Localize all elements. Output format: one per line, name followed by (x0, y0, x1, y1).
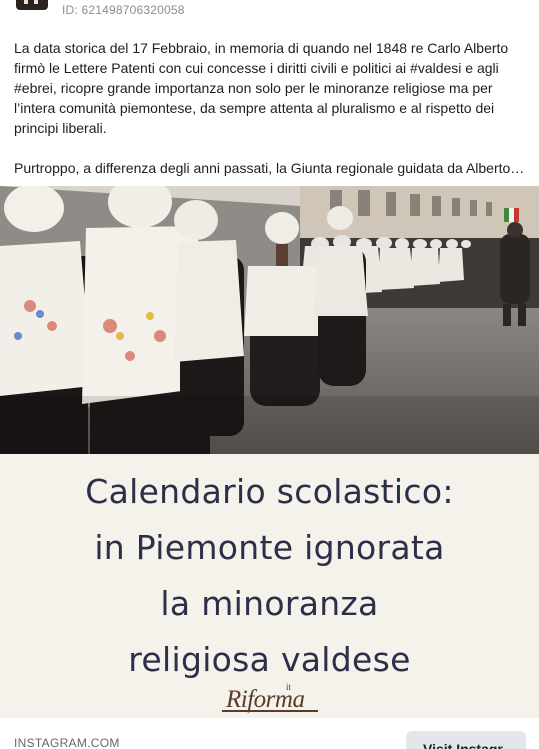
visit-instagram-button[interactable]: Visit Instagr... (406, 731, 526, 749)
post-paragraph-2[interactable]: Purtroppo, a differenza degli anni passa… (14, 158, 524, 178)
riforma-logo: Riforma it (222, 682, 322, 714)
link-footer[interactable]: INSTAGRAM.COM Visit Instagr... (0, 718, 539, 749)
post-paragraph-1: La data storica del 17 Febbraio, in memo… (14, 40, 509, 136)
link-headline: Calendario scolastico: in Piemonte ignor… (0, 464, 539, 688)
page-avatar[interactable] (16, 0, 48, 10)
logo-small-text: it (286, 682, 292, 692)
logo-underline (222, 710, 318, 712)
headline-line-3: la minoranza (160, 584, 379, 623)
post-body: La data storica del 17 Febbraio, in memo… (14, 38, 524, 198)
headline-line-4: religiosa valdese (128, 640, 411, 679)
procession-photo[interactable] (0, 186, 539, 454)
headline-line-1: Calendario scolastico: (85, 472, 454, 511)
link-source: INSTAGRAM.COM (14, 736, 120, 749)
link-headline-area: Calendario scolastico: in Piemonte ignor… (0, 454, 539, 718)
link-preview-card[interactable]: Calendario scolastico: in Piemonte ignor… (0, 186, 539, 718)
headline-line-2: in Piemonte ignorata (94, 528, 445, 567)
page-id: ID: 621498706320058 (62, 3, 185, 17)
post-header: ID: 621498706320058 (0, 0, 539, 30)
